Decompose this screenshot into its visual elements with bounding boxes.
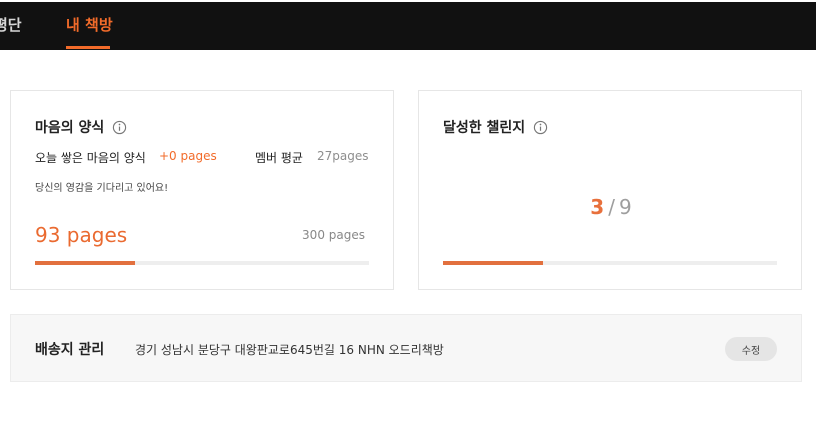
info-icon[interactable]	[533, 120, 548, 135]
challenge-card-title: 달성한 챌린지	[443, 117, 548, 137]
challenge-title-text: 달성한 챌린지	[443, 120, 526, 136]
challenge-progress-fill	[443, 261, 544, 265]
reading-progress-fill	[35, 261, 136, 265]
challenge-count: 3/9	[419, 195, 803, 219]
address-title: 배송지 관리	[35, 342, 105, 358]
today-label: 오늘 쌓은 마음의 양식	[35, 151, 146, 165]
reading-stats-row: 오늘 쌓은 마음의 양식 +0 pages 멤버 평균 27pages	[35, 149, 369, 167]
today-value: +0 pages	[159, 149, 217, 163]
reading-card: 마음의 양식 오늘 쌓은 마음의 양식 +0 pages 멤버 평균 27pag…	[10, 90, 394, 290]
challenge-total: 9	[618, 195, 632, 219]
challenge-card: 달성한 챌린지 3/9	[418, 90, 802, 290]
address-section: 배송지 관리 경기 성남시 분당구 대왕판교로645번길 16 NHN 오드리책…	[10, 314, 802, 382]
reading-card-title: 마음의 양식	[35, 117, 127, 137]
current-pages: 93 pages	[35, 223, 128, 247]
reading-title-text: 마음의 양식	[35, 120, 105, 136]
edit-address-button[interactable]: 수정	[725, 337, 777, 361]
goal-pages: 300 pages	[302, 228, 365, 242]
member-average-value: 27pages	[317, 149, 369, 163]
challenge-separator: /	[608, 195, 615, 219]
reading-progress-bar	[35, 261, 369, 265]
address-text: 경기 성남시 분당구 대왕판교로645번길 16 NHN 오드리책방	[135, 343, 444, 357]
member-average-label: 멤버 평균	[255, 151, 303, 165]
top-nav-bar: 평단 내 책방	[0, 2, 816, 50]
challenge-done: 3	[590, 195, 605, 219]
info-icon[interactable]	[112, 120, 127, 135]
encourage-message: 당신의 영감을 기다리고 있어요!	[35, 183, 169, 194]
tab-my-bookroom[interactable]: 내 책방	[66, 14, 113, 35]
tab-review[interactable]: 평단	[0, 14, 22, 35]
challenge-progress-bar	[443, 261, 777, 265]
active-tab-indicator	[66, 46, 110, 49]
